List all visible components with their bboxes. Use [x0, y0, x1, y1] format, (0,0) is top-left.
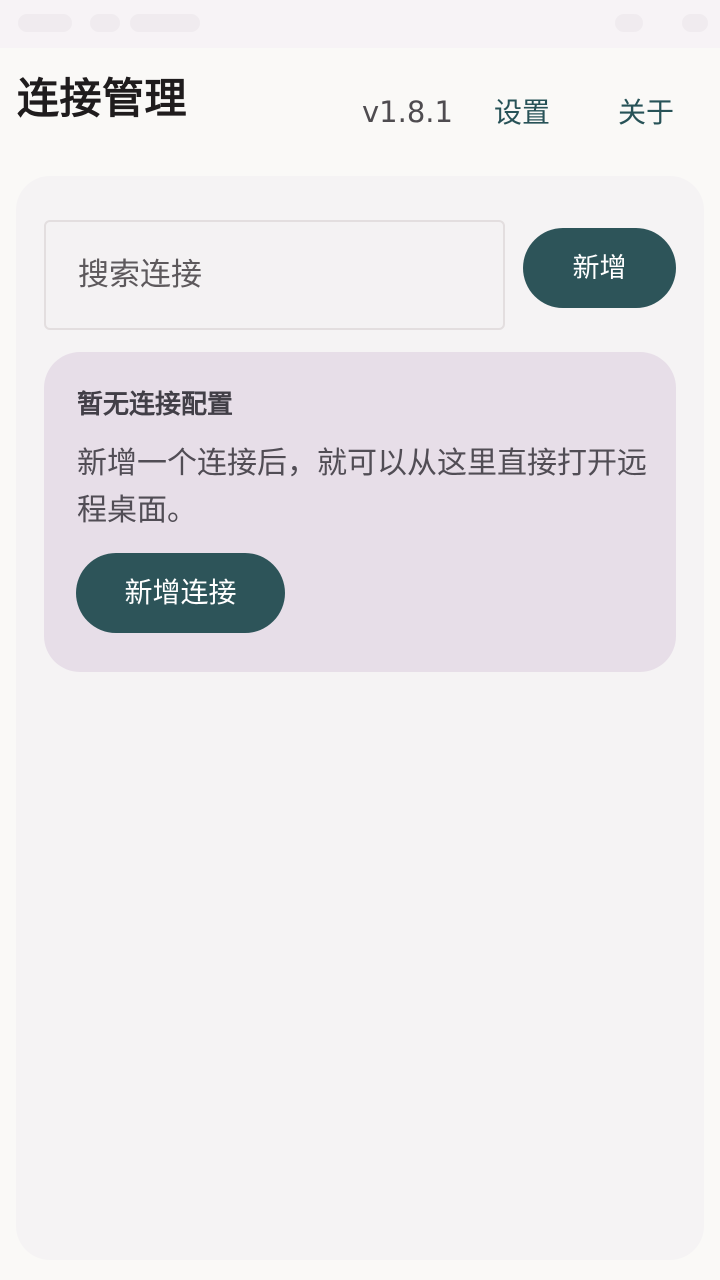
version-label: v1.8.1	[362, 95, 453, 129]
search-field-container[interactable]	[44, 220, 505, 330]
empty-state-description: 新增一个连接后，就可以从这里直接打开远程桌面。	[77, 446, 647, 528]
status-bar	[0, 0, 720, 48]
about-button[interactable]: 关于	[618, 93, 674, 133]
add-connection-button[interactable]: 新增连接	[76, 553, 285, 633]
settings-button[interactable]: 设置	[494, 93, 550, 133]
connection-list-panel	[16, 176, 704, 1260]
page-title: 连接管理	[17, 74, 188, 123]
connection-manager-screen: 连接管理 v1.8.1 设置 关于 新增 暂无连接配置 新增一个连接后，就可以从…	[0, 0, 720, 1280]
status-icon-placeholder	[90, 14, 120, 32]
search-input[interactable]	[46, 222, 503, 328]
add-button[interactable]: 新增	[523, 228, 676, 308]
battery-status-icon	[682, 14, 708, 32]
empty-state-card: 暂无连接配置 新增一个连接后，就可以从这里直接打开远程桌面。 新增连接	[44, 352, 676, 672]
network-status-icon	[615, 14, 643, 32]
status-time-placeholder	[18, 14, 72, 32]
status-notification-placeholder	[130, 14, 200, 32]
empty-state-title: 暂无连接配置	[77, 390, 234, 420]
